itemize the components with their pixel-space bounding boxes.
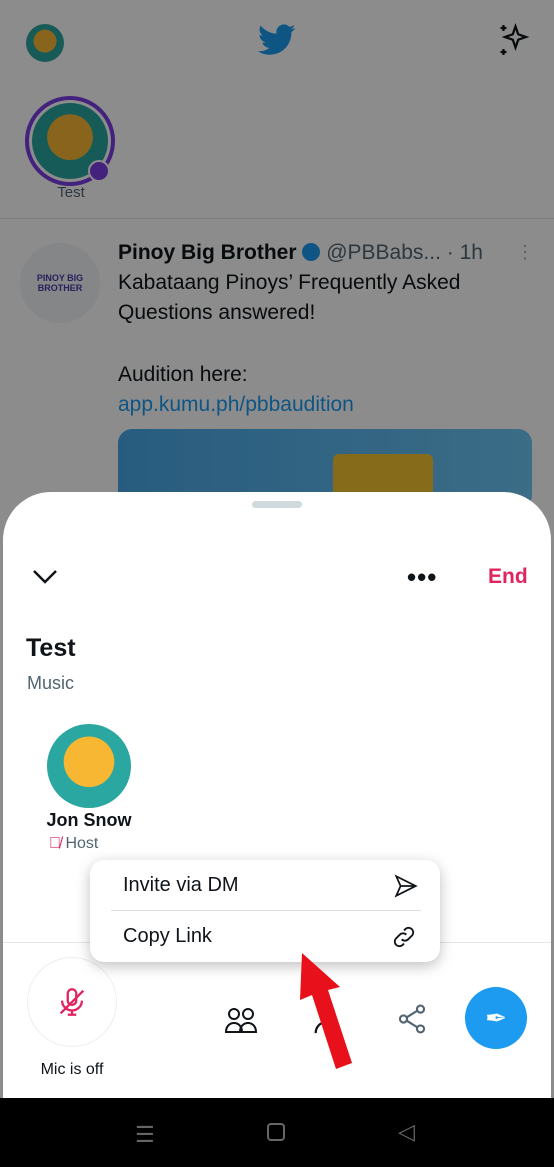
space-title: Test: [26, 634, 76, 662]
send-icon: [394, 874, 418, 898]
space-sheet: ••• End Test Music Jon Snow 🎙̸ Host Mic …: [3, 492, 551, 1098]
menu-item-invite-dm[interactable]: Invite via DM: [90, 860, 440, 910]
menu-item-label: Invite via DM: [123, 874, 239, 896]
feather-plus-icon: ✒: [485, 1002, 507, 1033]
back-nav-icon[interactable]: ◁: [398, 1119, 415, 1145]
end-button[interactable]: End: [488, 565, 528, 589]
mic-status-label: Mic is off: [40, 1061, 104, 1078]
annotation-arrow: [300, 953, 352, 1069]
mic-button[interactable]: [27, 957, 117, 1047]
space-topic: Music: [27, 673, 75, 693]
home-nav-icon[interactable]: [267, 1123, 285, 1141]
menu-nav-icon[interactable]: ☰: [135, 1122, 155, 1148]
host-name: Jon Snow: [46, 810, 132, 830]
more-options-icon[interactable]: •••: [407, 562, 437, 593]
chevron-down-icon[interactable]: [31, 566, 59, 586]
host-role: 🎙̸ Host: [49, 835, 98, 853]
share-icon[interactable]: [395, 1002, 429, 1036]
host-role-label: Host: [65, 835, 99, 852]
menu-item-copy-link[interactable]: Copy Link: [90, 911, 440, 962]
mic-off-small-icon: 🎙̸: [49, 835, 61, 852]
compose-tweet-button[interactable]: ✒: [465, 987, 527, 1049]
link-icon: [393, 926, 415, 948]
drag-handle[interactable]: [252, 501, 302, 508]
mic-off-icon: [59, 988, 85, 1016]
people-icon[interactable]: [224, 1006, 258, 1034]
host-avatar[interactable]: [47, 724, 131, 808]
menu-item-label: Copy Link: [123, 925, 212, 947]
share-menu: Invite via DM Copy Link: [90, 860, 440, 962]
android-nav-bar: ☰ ◁: [0, 1098, 554, 1167]
